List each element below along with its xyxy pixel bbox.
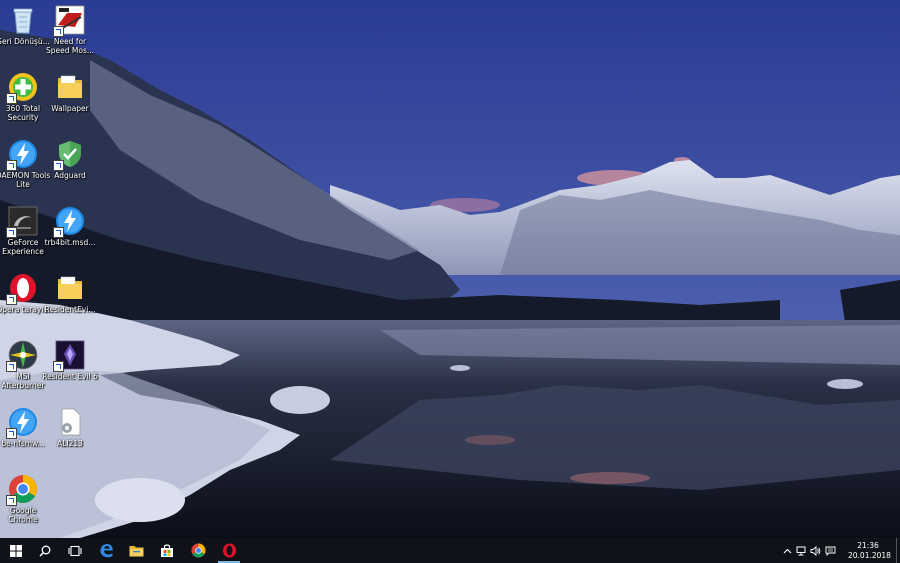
show-desktop-button[interactable]	[896, 538, 900, 563]
adguard-shield-icon	[53, 139, 85, 171]
settings-file-icon	[55, 407, 85, 437]
desktop-icon-label: Need for Speed Mos...	[45, 37, 94, 55]
chrome-icon	[6, 474, 38, 506]
edge-button[interactable]	[91, 538, 121, 563]
desktop-wallpaper	[0, 0, 900, 538]
system-tray: 21:36 20.01.2018	[780, 538, 900, 563]
desktop-icon-label: ALI213	[57, 439, 83, 448]
desktop-icon[interactable]: Google Chrome	[0, 474, 52, 524]
clock-time: 21:36	[857, 541, 879, 550]
daemon-tools-icon	[53, 206, 85, 238]
search-button[interactable]	[30, 538, 60, 563]
clock[interactable]: 21:36 20.01.2018	[848, 541, 891, 560]
volume-button[interactable]	[808, 538, 822, 563]
shortcut-arrow-icon	[6, 160, 17, 171]
desktop-icon[interactable]: Need for Speed Mos...	[41, 5, 99, 55]
desktop-icon[interactable]: Adguard	[41, 139, 99, 180]
shortcut-arrow-icon	[53, 26, 64, 37]
store-icon	[161, 543, 173, 557]
windows-logo-icon	[10, 544, 22, 557]
action-center-button[interactable]	[822, 538, 838, 563]
search-icon	[39, 545, 51, 557]
recycle-bin-icon	[8, 5, 38, 35]
edge-icon	[100, 544, 113, 558]
shortcut-arrow-icon	[6, 361, 17, 372]
desktop-icon[interactable]: ResidentEvi...	[41, 273, 99, 314]
file-explorer-icon	[129, 546, 143, 557]
desktop-icon-label: Adguard	[54, 171, 86, 180]
start-button[interactable]	[1, 538, 31, 563]
msi-afterburner-icon	[6, 340, 38, 372]
desktop-icon-label: trb4bit.msd...	[44, 238, 96, 247]
shortcut-arrow-icon	[53, 361, 64, 372]
resident-evil-icon	[53, 340, 85, 372]
shortcut-arrow-icon	[6, 495, 17, 506]
store-button[interactable]	[152, 538, 182, 563]
desktop-icon[interactable]: ALI213	[41, 407, 99, 448]
360-security-icon	[6, 72, 38, 104]
opera-button[interactable]	[214, 538, 244, 563]
folder-icon	[55, 273, 85, 303]
show-hidden-icons-button[interactable]	[780, 538, 794, 563]
shortcut-arrow-icon	[6, 428, 17, 439]
desktop-icon-label: Wallpaper	[51, 104, 89, 113]
chrome-button[interactable]	[183, 538, 213, 563]
daemon-tools-icon	[6, 139, 38, 171]
chrome-icon	[191, 543, 205, 558]
shortcut-arrow-icon	[6, 227, 17, 238]
shortcut-arrow-icon	[6, 294, 17, 305]
task-view-button[interactable]	[60, 538, 90, 563]
nfs-game-icon	[53, 5, 85, 37]
desktop-icon[interactable]: Wallpaper	[41, 72, 99, 113]
geforce-icon	[6, 206, 38, 238]
opera-icon	[6, 273, 38, 305]
network-button[interactable]	[794, 538, 808, 563]
network-icon	[796, 546, 805, 555]
desktop-icon-label: Resident Evil 6	[42, 372, 98, 381]
chevron-up-icon	[783, 548, 791, 553]
taskbar: 21:36 20.01.2018	[0, 538, 900, 563]
desktop-icon-label: ResidentEvi...	[44, 305, 96, 314]
desktop-icon-label: Google Chrome	[8, 506, 38, 524]
shortcut-arrow-icon	[53, 160, 64, 171]
notification-icon	[825, 546, 835, 556]
folder-icon	[55, 72, 85, 102]
shortcut-arrow-icon	[53, 227, 64, 238]
task-view-icon	[68, 545, 82, 556]
volume-icon	[810, 545, 820, 556]
clock-date: 20.01.2018	[848, 550, 891, 560]
file-explorer-button[interactable]	[121, 538, 151, 563]
desktop-icon[interactable]: trb4bit.msd...	[41, 206, 99, 247]
daemon-tools-icon	[6, 407, 38, 439]
shortcut-arrow-icon	[6, 93, 17, 104]
opera-icon	[222, 543, 236, 558]
desktop-icon[interactable]: Resident Evil 6	[41, 340, 99, 381]
